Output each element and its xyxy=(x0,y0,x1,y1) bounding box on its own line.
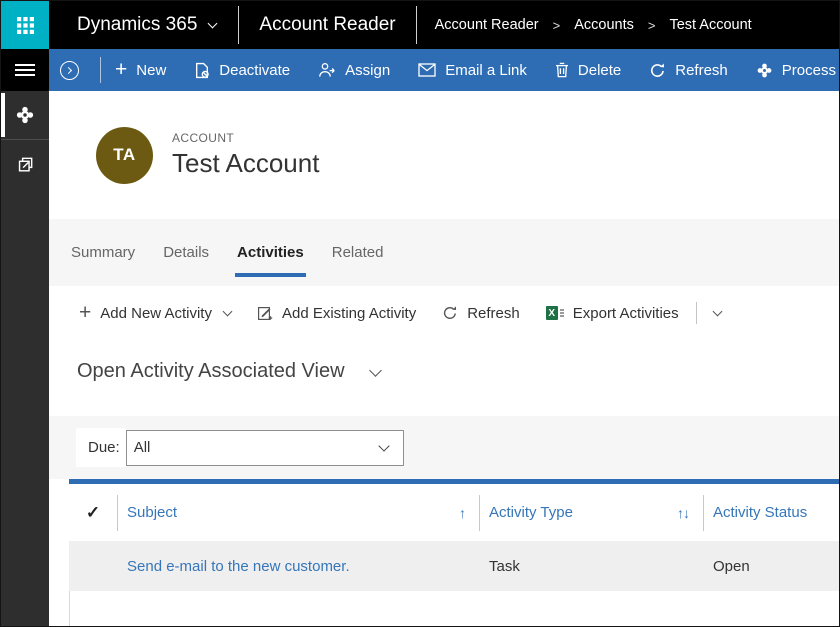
assign-button[interactable]: Assign xyxy=(304,49,404,91)
activities-section: + Add New Activity Add Existing Ac xyxy=(49,286,839,416)
sort-both-icon[interactable]: ↑↓ xyxy=(677,505,689,521)
chevron-down-icon xyxy=(369,364,382,377)
delete-button[interactable]: Delete xyxy=(541,49,635,91)
area-title[interactable]: Account Reader xyxy=(239,1,415,49)
app-launcher-button[interactable] xyxy=(1,1,49,49)
process-button[interactable]: Process xyxy=(742,49,839,91)
clipboard-pencil-icon xyxy=(257,305,273,321)
tab-related[interactable]: Related xyxy=(318,219,398,286)
envelope-icon xyxy=(418,63,436,77)
grid-empty-area xyxy=(69,591,839,626)
assign-person-icon xyxy=(318,62,336,78)
column-header-activity-type[interactable]: Activity Type ↑↓ xyxy=(480,504,703,521)
refresh-label: Refresh xyxy=(675,62,728,79)
entity-type-label: ACCOUNT xyxy=(172,131,319,145)
refresh-icon xyxy=(649,62,666,79)
deactivate-document-icon xyxy=(194,62,210,79)
top-nav-bar: Dynamics 365 Account Reader Account Read… xyxy=(1,1,839,49)
circle-chevron-right-icon xyxy=(60,61,79,80)
column-header-activity-status[interactable]: Activity Status xyxy=(704,504,839,521)
chevron-down-icon xyxy=(378,440,389,451)
cell-activity-type: Task xyxy=(480,558,703,575)
record-tabs: Summary Details Activities Related xyxy=(49,219,839,286)
process-label: Process xyxy=(782,62,836,79)
command-bar: + New Deactivate xyxy=(49,49,839,91)
export-activities-button[interactable]: X Export Activities xyxy=(533,305,692,322)
sort-ascending-icon[interactable]: ↑ xyxy=(459,505,465,521)
process-gear-icon xyxy=(756,62,773,79)
due-filter-row: Due: All xyxy=(49,416,839,479)
refresh-icon xyxy=(442,305,458,321)
refresh-activities-label: Refresh xyxy=(467,305,520,322)
assign-label: Assign xyxy=(345,62,390,79)
trash-icon xyxy=(555,62,569,78)
select-all-checkbox[interactable]: ✓ xyxy=(69,503,117,523)
deactivate-label: Deactivate xyxy=(219,62,290,79)
column-header-subject[interactable]: Subject ↑ xyxy=(118,504,479,521)
left-sidebar xyxy=(1,49,49,626)
due-filter-label: Due: xyxy=(76,428,126,467)
refresh-button[interactable]: Refresh xyxy=(635,49,742,91)
waffle-icon xyxy=(16,16,35,35)
app-title: Dynamics 365 xyxy=(77,14,197,36)
cell-subject: Send e-mail to the new customer. xyxy=(118,558,479,575)
add-new-activity-label: Add New Activity xyxy=(100,305,212,322)
view-selector-title: Open Activity Associated View xyxy=(77,360,345,383)
grid-header-row: ✓ Subject ↑ Activity Type ↑↓ Activity St… xyxy=(69,484,839,541)
app-title-menu[interactable]: Dynamics 365 xyxy=(49,1,238,49)
record-set-navigator-button[interactable] xyxy=(49,49,100,91)
cell-activity-status: Open xyxy=(704,558,839,575)
avatar: TA xyxy=(96,127,153,184)
sidebar-item-recent[interactable] xyxy=(1,140,49,188)
refresh-activities-button[interactable]: Refresh xyxy=(429,305,533,322)
breadcrumb-entity-list[interactable]: Accounts xyxy=(574,17,634,33)
deactivate-button[interactable]: Deactivate xyxy=(180,49,304,91)
add-existing-activity-label: Add Existing Activity xyxy=(282,305,416,322)
menu-button[interactable] xyxy=(1,49,49,91)
due-filter-select[interactable]: All xyxy=(126,430,404,466)
page-title: Test Account xyxy=(172,148,319,179)
activities-toolbar: + Add New Activity Add Existing Ac xyxy=(71,300,839,326)
checkmark-icon: ✓ xyxy=(86,503,100,523)
new-button[interactable]: + New xyxy=(101,49,180,91)
email-a-link-label: Email a Link xyxy=(445,62,527,79)
recent-pages-icon xyxy=(16,155,35,174)
chevron-down-icon xyxy=(208,19,218,29)
tab-summary[interactable]: Summary xyxy=(57,219,149,286)
add-existing-activity-button[interactable]: Add Existing Activity xyxy=(244,305,429,322)
dynamics-365-window: Dynamics 365 Account Reader Account Read… xyxy=(0,0,840,627)
sidebar-item-sitemap[interactable] xyxy=(1,91,49,139)
activities-grid: ✓ Subject ↑ Activity Type ↑↓ Activity St… xyxy=(69,479,839,626)
toolbar-divider xyxy=(696,302,697,324)
plus-icon: + xyxy=(115,59,127,80)
main-content: + New Deactivate xyxy=(49,49,839,626)
chevron-down-icon xyxy=(712,307,722,317)
email-a-link-button[interactable]: Email a Link xyxy=(404,49,541,91)
record-header: TA ACCOUNT Test Account xyxy=(49,91,839,219)
breadcrumb-separator: > xyxy=(553,18,561,33)
breadcrumb: Account Reader > Accounts > Test Account xyxy=(417,1,752,49)
toolbar-overflow-button[interactable] xyxy=(701,311,731,315)
add-new-activity-button[interactable]: + Add New Activity xyxy=(71,304,244,323)
plus-icon: + xyxy=(79,302,91,323)
new-label: New xyxy=(136,62,166,79)
breadcrumb-separator: > xyxy=(648,18,656,33)
subject-header-label: Subject xyxy=(127,504,177,521)
view-selector[interactable]: Open Activity Associated View xyxy=(77,360,839,383)
subject-link[interactable]: Send e-mail to the new customer. xyxy=(127,558,350,575)
chevron-down-icon xyxy=(223,307,233,317)
breadcrumb-app[interactable]: Account Reader xyxy=(435,17,539,33)
delete-label: Delete xyxy=(578,62,621,79)
table-row[interactable]: Send e-mail to the new customer. Task Op… xyxy=(69,541,839,591)
tab-details[interactable]: Details xyxy=(149,219,223,286)
tab-activities[interactable]: Activities xyxy=(223,219,318,286)
activity-type-header-label: Activity Type xyxy=(489,504,573,521)
hamburger-icon xyxy=(15,61,35,79)
export-activities-label: Export Activities xyxy=(573,305,679,322)
excel-icon: X xyxy=(546,306,564,320)
due-filter-value: All xyxy=(134,439,151,456)
pinwheel-gear-icon xyxy=(15,105,35,125)
breadcrumb-record[interactable]: Test Account xyxy=(669,17,751,33)
activity-status-header-label: Activity Status xyxy=(713,504,807,521)
